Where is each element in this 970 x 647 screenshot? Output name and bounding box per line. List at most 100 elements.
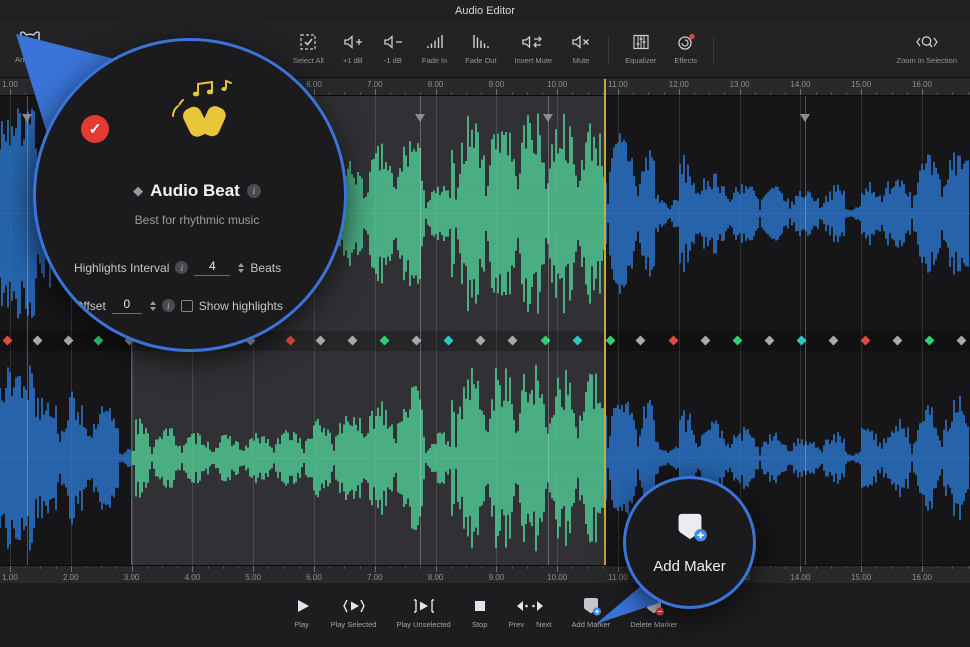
ruler-tick [664, 92, 665, 95]
marker-flag[interactable] [543, 114, 553, 122]
timeline-ruler-bottom[interactable]: 1.002.003.004.005.006.007.008.009.0010.0… [0, 565, 970, 583]
audio-beat-dialog-header: ◆ Audio Beat i [50, 181, 344, 201]
stop-button[interactable]: Stop [463, 596, 497, 629]
ruler-tick [268, 566, 269, 569]
ruler-tick [192, 566, 193, 572]
zoom-in-selection-button[interactable]: Zoom In Selection [888, 31, 966, 65]
effects-icon [675, 31, 697, 53]
fade-out-icon [471, 31, 491, 53]
ruler-tick [496, 566, 497, 572]
play-icon [293, 596, 311, 616]
info-icon[interactable]: i [162, 299, 175, 312]
select-all-icon [298, 31, 318, 53]
ruler-label: 15.00 [851, 80, 871, 89]
ruler-tick [466, 566, 467, 569]
ruler-tick [572, 566, 573, 569]
marker-flag[interactable] [800, 114, 810, 122]
prev-next-icon [514, 596, 546, 616]
beat-marker [861, 336, 871, 346]
prev-next-button[interactable]: PrevNext [501, 596, 560, 629]
volume-down-icon [382, 31, 404, 53]
play-unselected-button[interactable]: Play Unselected [388, 596, 458, 629]
analyzer-icon [17, 30, 43, 52]
analyzer-label: Analyzer [15, 55, 44, 64]
ruler-tick [436, 566, 437, 572]
offset-input[interactable]: 0 [112, 297, 142, 314]
magnifier-bubble-add-marker: Add Maker [623, 476, 756, 609]
selected-check-badge[interactable]: ✓ [81, 115, 109, 143]
minus-1db-button[interactable]: -1 dB [373, 31, 413, 65]
ruler-tick [892, 566, 893, 569]
ruler-label: 10.00 [547, 573, 567, 582]
ruler-tick [785, 92, 786, 95]
offset-row: Offset 0 i Show highlights [74, 297, 283, 314]
add-marker-big-icon [672, 510, 708, 549]
marker-flag[interactable] [22, 114, 32, 122]
equalizer-button[interactable]: Equalizer [616, 31, 665, 65]
ruler-tick [451, 566, 452, 569]
mute-icon [570, 31, 592, 53]
ruler-tick [907, 566, 908, 569]
ruler-tick [147, 566, 148, 569]
ruler-tick [694, 92, 695, 95]
ruler-label: 7.00 [367, 573, 383, 582]
stop-icon [471, 596, 489, 616]
waveform-track-2[interactable] [0, 351, 970, 565]
beat-marker [286, 336, 296, 346]
ruler-tick [238, 566, 239, 569]
play-selected-button[interactable]: Play Selected [323, 596, 385, 629]
ruler-tick [420, 92, 421, 95]
ruler-tick [968, 92, 969, 95]
add-marker-button[interactable]: Add Marker [564, 596, 619, 629]
fade-in-button[interactable]: Fade In [413, 31, 456, 65]
marker-line [805, 96, 806, 565]
ruler-label: 2.00 [63, 573, 79, 582]
play-selected-icon [342, 596, 366, 616]
select-all-button[interactable]: Select All [284, 31, 333, 65]
plus-1db-button[interactable]: +1 dB [333, 31, 373, 65]
toolbar-divider [713, 36, 714, 64]
beat-marker [765, 336, 775, 346]
invert-mute-icon [521, 31, 545, 53]
ruler-tick [496, 89, 497, 95]
ruler-tick [299, 566, 300, 569]
ruler-label: 15.00 [851, 573, 871, 582]
fade-out-button[interactable]: Fade Out [456, 31, 505, 65]
mute-button[interactable]: Mute [561, 31, 601, 65]
show-highlights-checkbox[interactable] [181, 300, 193, 312]
ruler-label: 10.00 [547, 80, 567, 89]
info-icon[interactable]: i [175, 261, 188, 274]
ruler-tick [375, 566, 376, 572]
marker-line [548, 96, 549, 565]
invert-mute-button[interactable]: Invert Mute [506, 31, 562, 65]
beat-marker [573, 336, 583, 346]
ruler-tick [71, 566, 72, 572]
offset-stepper[interactable] [150, 301, 156, 311]
ruler-tick [937, 92, 938, 95]
playhead[interactable] [604, 79, 606, 565]
analyzer-button[interactable]: Analyzer [6, 30, 53, 64]
ruler-tick [816, 566, 817, 569]
interval-input[interactable]: 4 [194, 259, 230, 276]
interval-stepper[interactable] [238, 263, 244, 273]
ruler-tick [56, 566, 57, 569]
ruler-tick [588, 92, 589, 95]
effects-button[interactable]: Effects [665, 31, 706, 65]
beat-marker [3, 336, 13, 346]
info-icon[interactable]: i [247, 184, 261, 198]
ruler-tick [25, 566, 26, 569]
beat-marker [957, 336, 967, 346]
beat-marker [316, 336, 326, 346]
beat-marker [636, 336, 646, 346]
play-button[interactable]: Play [285, 596, 319, 629]
ruler-label: 13.00 [730, 80, 750, 89]
marker-flag[interactable] [415, 114, 425, 122]
ruler-tick [542, 92, 543, 95]
ruler-tick [557, 566, 558, 572]
marker-line [27, 96, 28, 565]
volume-up-icon [342, 31, 364, 53]
diamond-icon: ◆ [133, 183, 143, 199]
transport-bar: Play Play Selected Play Unselected Stop … [0, 583, 970, 647]
ruler-tick [101, 566, 102, 569]
beat-marker [94, 336, 104, 346]
